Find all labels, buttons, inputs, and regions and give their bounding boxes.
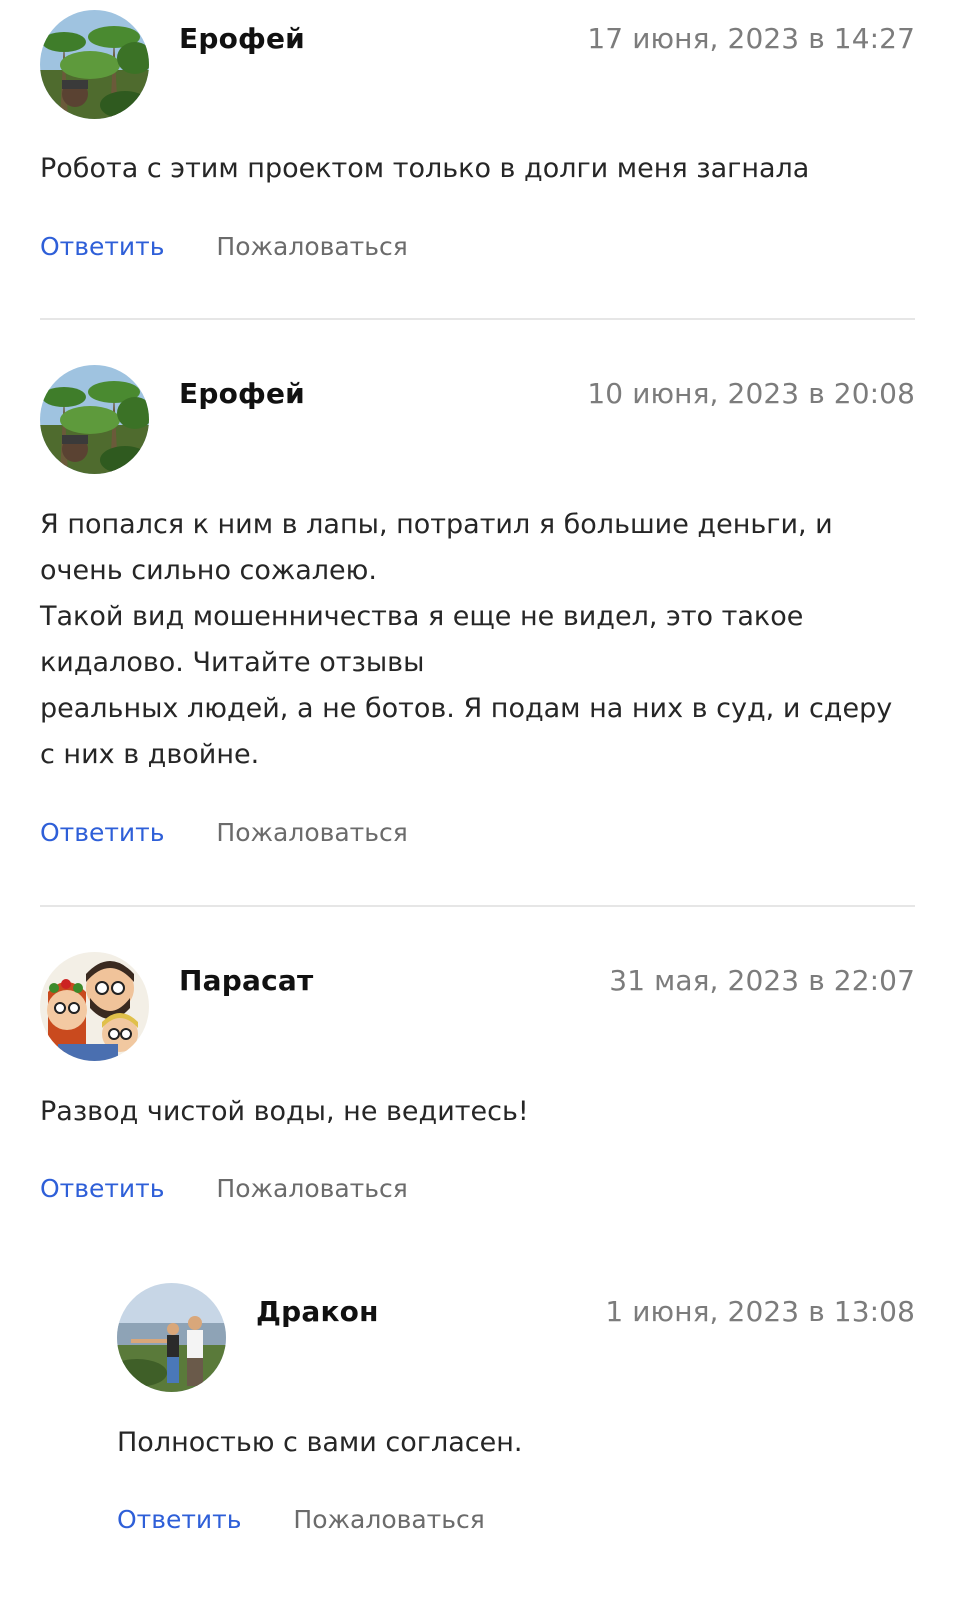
divider	[40, 905, 915, 907]
comment-text-line: Развод чистой воды, не ведитесь!	[40, 1096, 529, 1127]
reply-button[interactable]: Ответить	[117, 1505, 241, 1534]
comment: Ерофей 10 июня, 2023 в 20:08 Я попался к…	[40, 365, 915, 875]
palm-trees-avatar-image	[40, 365, 149, 474]
comment-text-line: очень сильно сожалею.	[40, 555, 377, 586]
comment-text-line: реальных людей, а не ботов. Я подам на н…	[40, 693, 893, 724]
comment-actions: Ответить Пожаловаться	[40, 818, 408, 848]
avatar[interactable]	[117, 1283, 226, 1392]
reply-button[interactable]: Ответить	[40, 232, 164, 261]
comment-author: Парасат	[179, 964, 314, 997]
divider	[40, 318, 915, 320]
reply-button[interactable]: Ответить	[40, 818, 164, 847]
comment-text: Робота с этим проектом только в долги ме…	[40, 146, 915, 192]
couple-landscape-avatar-image	[117, 1283, 226, 1392]
comment-author: Ерофей	[179, 377, 305, 410]
comment-actions: Ответить Пожаловаться	[117, 1505, 485, 1535]
comment-author: Ерофей	[179, 22, 305, 55]
comment-date: 17 июня, 2023 в 14:27	[587, 22, 915, 55]
avatar[interactable]	[40, 10, 149, 119]
comment-text-line: Я попался к ним в лапы, потратил я больш…	[40, 509, 833, 540]
avatar[interactable]	[40, 365, 149, 474]
comment-date: 31 мая, 2023 в 22:07	[609, 964, 915, 997]
avatar[interactable]	[40, 952, 149, 1061]
comment-text-line: Такой вид мошенничества я еще не видел, …	[40, 601, 804, 632]
comment-text-line: с них в двойне.	[40, 739, 260, 770]
report-button[interactable]: Пожаловаться	[216, 232, 407, 261]
palm-trees-avatar-image	[40, 10, 149, 119]
comment-text-line: Полностью с вами согласен.	[117, 1427, 523, 1458]
report-button[interactable]: Пожаловаться	[216, 818, 407, 847]
cartoon-family-avatar-image	[40, 952, 149, 1061]
comment-date: 1 июня, 2023 в 13:08	[605, 1295, 915, 1328]
report-button[interactable]: Пожаловаться	[293, 1505, 484, 1534]
comment: Ерофей 17 июня, 2023 в 14:27 Робота с эт…	[40, 10, 915, 280]
comment-text-line: Робота с этим проектом только в долги ме…	[40, 153, 810, 184]
comment-actions: Ответить Пожаловаться	[40, 1174, 408, 1204]
comment-text: Развод чистой воды, не ведитесь!	[40, 1089, 915, 1135]
comment-actions: Ответить Пожаловаться	[40, 232, 408, 262]
comment-author: Дракон	[256, 1295, 379, 1328]
reply-comment: Дракон 1 июня, 2023 в 13:08 Полностью с …	[117, 1283, 915, 1553]
comment-text: Я попался к ним в лапы, потратил я больш…	[40, 502, 915, 778]
comment-text: Полностью с вами согласен.	[117, 1420, 915, 1466]
comment: Парасат 31 мая, 2023 в 22:07 Развод чист…	[40, 952, 915, 1232]
report-button[interactable]: Пожаловаться	[216, 1174, 407, 1203]
comment-text-line: кидалово. Читайте отзывы	[40, 647, 425, 678]
reply-button[interactable]: Ответить	[40, 1174, 164, 1203]
comment-date: 10 июня, 2023 в 20:08	[587, 377, 915, 410]
